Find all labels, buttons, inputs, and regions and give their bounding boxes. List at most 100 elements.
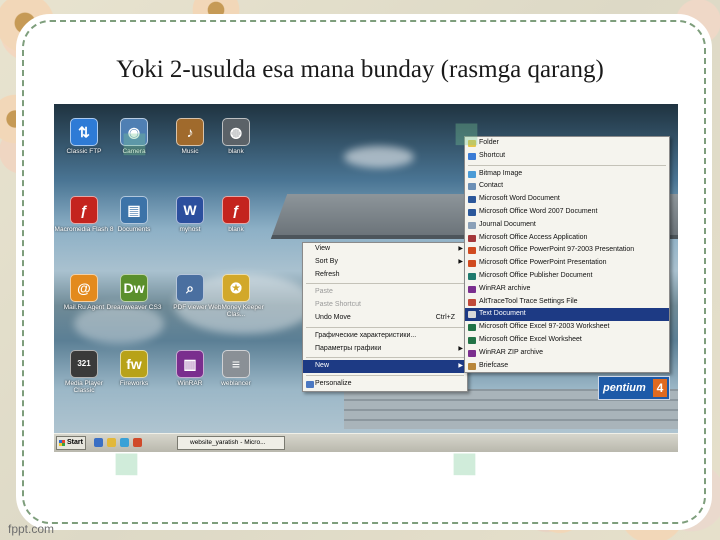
menu-item[interactable]: Sort By ▶: [303, 256, 467, 269]
menu-item-label: Microsoft Office PowerPoint 97-2003 Pres…: [479, 246, 635, 254]
menu-item[interactable]: Графические характеристики...: [303, 330, 467, 343]
camera-icon: ◉: [120, 118, 148, 146]
desktop-icon[interactable]: ƒ blank: [206, 196, 266, 233]
menu-item-label: Refresh: [315, 270, 340, 278]
browser-icon[interactable]: [120, 438, 129, 447]
start-button[interactable]: Start: [56, 436, 86, 450]
show-desktop-icon[interactable]: [94, 438, 103, 447]
desktop-icon-label: Mail.Ru Agent: [63, 304, 105, 311]
menu-separator: [306, 283, 464, 285]
taskbar-window-button[interactable]: website_yaratish - Micro...: [177, 436, 285, 450]
menu-item-label: Sort By: [315, 257, 338, 265]
menu-item[interactable]: Microsoft Office Publisher Document: [465, 270, 669, 283]
shortcut-icon: [468, 152, 476, 160]
desktop-icon[interactable]: ◍ blank: [206, 118, 266, 155]
menu-item[interactable]: AltTraceTool Trace Settings File: [465, 296, 669, 309]
menu-item[interactable]: Microsoft Office PowerPoint Presentation: [465, 257, 669, 270]
task-label: website_yaratish - Micro...: [190, 439, 266, 446]
desktop-icon-label: blank: [228, 148, 244, 155]
menu-item-label: Contact: [479, 182, 504, 190]
desktop-icon-label: myhost: [179, 226, 201, 233]
menu-item[interactable]: Microsoft Office Word 2007 Document: [465, 206, 669, 219]
documents-icon: ▤: [120, 196, 148, 224]
menu-item[interactable]: View ▶: [303, 243, 467, 256]
word-icon: [468, 196, 476, 204]
desktop-icon-label: Fireworks: [119, 380, 149, 387]
menu-item-label: Microsoft Office Excel 97-2003 Worksheet: [479, 323, 610, 331]
winrar-icon: ▥: [176, 350, 204, 378]
pdf-viewer-icon: ⌕: [176, 274, 204, 302]
menu-item[interactable]: Briefcase: [465, 360, 669, 373]
webmoney-icon: ✪: [222, 274, 250, 302]
desktop-icon[interactable]: ✪ WebMoney Keeper Clas...: [206, 274, 266, 319]
word-icon: [468, 208, 476, 216]
desktop-icon-label: Camera: [122, 148, 146, 155]
zip-icon: [468, 349, 476, 357]
menu-item[interactable]: Microsoft Office PowerPoint 97-2003 Pres…: [465, 244, 669, 257]
menu-item[interactable]: Microsoft Office Excel 97-2003 Worksheet: [465, 321, 669, 334]
menu-item-label: Text Document: [479, 310, 526, 318]
desktop-icon-label: Music: [181, 148, 199, 155]
menu-item-label: Personalize: [315, 380, 352, 388]
menu-item[interactable]: New ▶: [303, 360, 467, 374]
excel-icon: [468, 336, 476, 344]
word-doc-icon: W: [176, 196, 204, 224]
desktop-icon-label: blank: [228, 226, 244, 233]
menu-separator: [306, 326, 464, 328]
menu-item[interactable]: Refresh: [303, 269, 467, 282]
menu-item[interactable]: Microsoft Office Access Application: [465, 232, 669, 245]
ftp-icon: ⇅: [70, 118, 98, 146]
desktop-icon[interactable]: Dw Dreamweaver CS3: [104, 274, 164, 311]
menu-item[interactable]: Shortcut: [465, 150, 669, 163]
desktop-screenshot: ⇅ Classic FTP ◉ Camera ♪ Music ◍ blank ƒ Macromed…: [54, 104, 678, 452]
menu-item-label: Microsoft Office Publisher Document: [479, 271, 593, 279]
menu-item-label: Microsoft Office PowerPoint Presentation: [479, 259, 607, 267]
dreamweaver-icon: Dw: [120, 274, 148, 302]
menu-item-label: Microsoft Office Access Application: [479, 233, 588, 241]
access-icon: [468, 234, 476, 242]
powerpoint-icon: [468, 260, 476, 268]
desktop-icon[interactable]: fw Fireworks: [104, 350, 164, 387]
desktop-icon-label: Documents: [117, 226, 151, 233]
desktop-icon-label: Media Player Classic: [65, 380, 103, 395]
media-icon[interactable]: [133, 438, 142, 447]
mail-agent-icon: @: [70, 274, 98, 302]
personalize-icon: [306, 381, 314, 389]
menu-item[interactable]: Journal Document: [465, 219, 669, 232]
text-document-icon: [468, 311, 476, 319]
desktop-icon[interactable]: ≡ weblancer: [206, 350, 266, 387]
media-player-icon: 321: [70, 350, 98, 378]
menu-item[interactable]: Text Document: [465, 308, 669, 322]
submenu-arrow-icon: ▶: [458, 363, 463, 370]
menu-item[interactable]: Microsoft Office Excel Worksheet: [465, 334, 669, 347]
menu-separator: [468, 164, 666, 166]
menu-item[interactable]: Microsoft Word Document: [465, 193, 669, 206]
submenu-arrow-icon: ▶: [458, 258, 463, 265]
winrar-icon: [468, 285, 476, 293]
menu-item[interactable]: Undo Move Ctrl+Z: [303, 312, 467, 325]
menu-item[interactable]: Contact: [465, 180, 669, 193]
menu-item[interactable]: WinRAR archive: [465, 283, 669, 296]
menu-item-label: New: [315, 362, 330, 370]
flash-file-icon: ƒ: [222, 196, 250, 224]
desktop-icon-label: PDF viewer: [173, 304, 207, 311]
explorer-icon[interactable]: [107, 438, 116, 447]
pentium-label: pentium: [603, 382, 646, 394]
menu-item[interactable]: WinRAR ZIP archive: [465, 347, 669, 360]
menu-item[interactable]: Folder: [465, 137, 669, 150]
menu-item[interactable]: Personalize: [303, 378, 467, 391]
desktop-icon[interactable]: ▤ Documents: [104, 196, 164, 233]
menu-item-label: Journal Document: [479, 220, 536, 228]
menu-item[interactable]: Параметры графики ▶: [303, 343, 467, 356]
taskbar: Start website_yaratish - Micro...: [54, 433, 678, 452]
menu-item-label: Microsoft Word Document: [479, 195, 560, 203]
menu-item-label: Параметры графики: [315, 344, 382, 352]
menu-item[interactable]: Bitmap Image: [465, 168, 669, 181]
menu-item: Paste Shortcut: [303, 299, 467, 312]
windows-logo-icon: [59, 440, 65, 446]
menu-separator: [306, 357, 464, 359]
desktop-icon[interactable]: ◉ Camera: [104, 118, 164, 155]
menu-item-label: WinRAR archive: [479, 284, 531, 292]
credit-text: fppt.com: [8, 522, 55, 536]
flash-icon: ƒ: [70, 196, 98, 224]
